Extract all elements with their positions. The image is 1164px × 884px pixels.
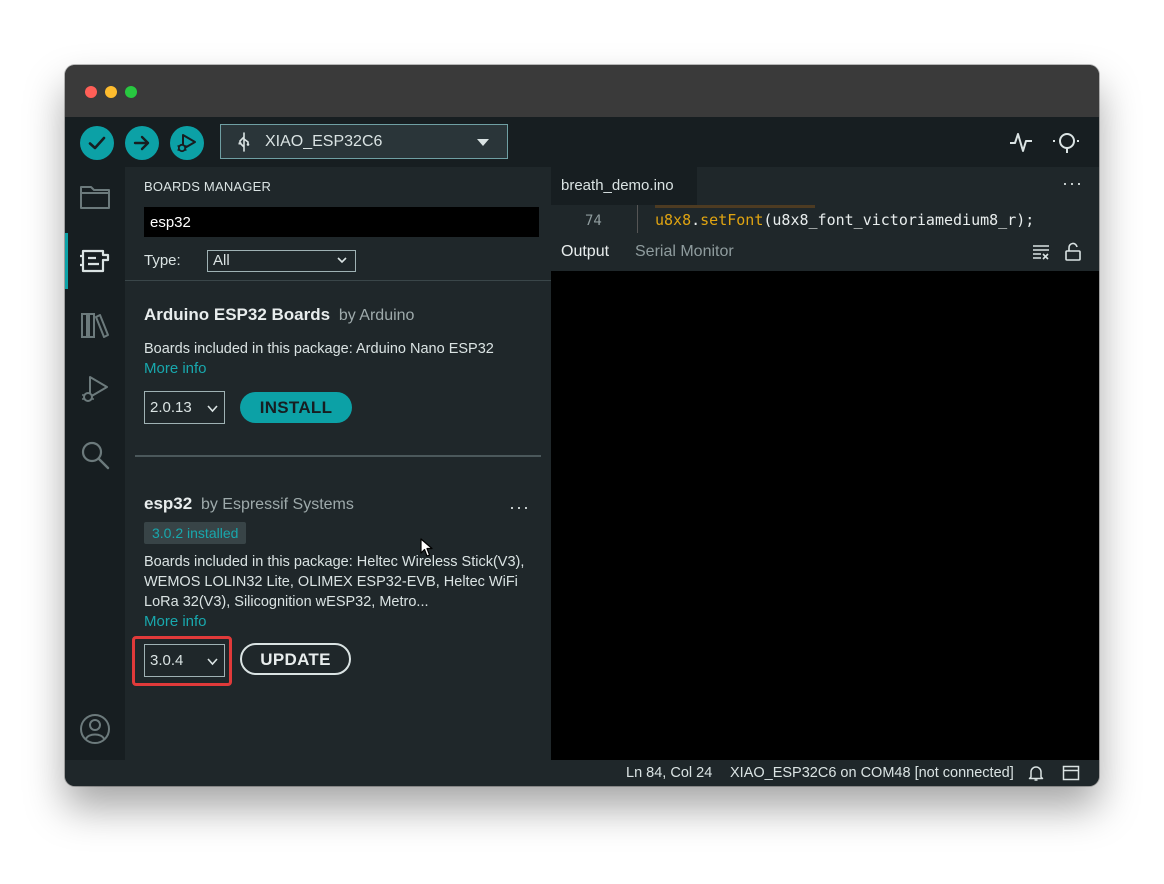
more-info-link[interactable]: More info [144,360,207,377]
type-filter-select[interactable]: All [207,250,356,272]
close-window-button[interactable] [85,86,97,98]
folder-icon[interactable] [79,181,111,213]
code-line-fragment [655,205,815,208]
cursor-position: Ln 84, Col 24 [626,765,713,781]
status-bar: Ln 84, Col 24 XIAO_ESP32C6 on COM48 [not… [65,760,1099,786]
serial-plotter-button[interactable] [1008,129,1034,155]
upload-button[interactable] [125,126,159,160]
tab-serial-monitor[interactable]: Serial Monitor [635,243,734,261]
unlock-icon[interactable] [1063,242,1083,262]
activity-sidebar [65,167,125,760]
mouse-pointer-icon [420,538,433,557]
maximize-window-button[interactable] [125,86,137,98]
output-header: Output Serial Monitor [551,233,1099,271]
version-select[interactable]: 2.0.13 [144,391,225,424]
package-author: by Espressif Systems [200,496,354,513]
package-description: Boards included in this package: Heltec … [144,554,525,610]
board-icon[interactable] [79,245,111,277]
arrow-right-icon [133,135,150,151]
tab-output[interactable]: Output [561,243,609,261]
panel-title: BOARDS MANAGER [144,179,272,194]
serial-monitor-button[interactable] [1051,129,1083,155]
package-name: esp32 [144,494,193,513]
minimize-window-button[interactable] [105,86,117,98]
user-icon[interactable] [79,713,111,745]
editor-tab-bar: breath_demo.ino ··· [551,167,1099,205]
board-name: XIAO_ESP32C6 [265,132,383,150]
code-dot: . [691,211,701,229]
divider [125,280,551,281]
package-title: esp32 by Espressif Systems [144,494,354,514]
package-description: Boards included in this package: Arduino… [144,341,494,357]
verify-button[interactable] [80,126,114,160]
type-label: Type: [144,252,181,269]
code-object: u8x8 [655,211,692,229]
check-icon [88,136,106,150]
books-icon[interactable] [79,309,111,341]
update-button[interactable]: UPDATE [240,643,351,675]
debug-icon[interactable] [79,373,111,405]
title-bar [65,65,1099,117]
panel-toggle-icon[interactable] [1062,764,1080,782]
toolbar: XIAO_ESP32C6 [65,117,1099,167]
type-filter-value: All [213,252,230,269]
tab-breath-demo[interactable]: breath_demo.ino [551,167,697,205]
divider [135,455,541,457]
debug-icon [177,134,196,153]
active-indicator [65,233,68,289]
arduino-ide-window: XIAO_ESP32C6 BOARDS MANAGER Type: All Ar… [65,65,1099,786]
package-title: Arduino ESP32 Boards by Arduino [144,305,414,325]
search-icon[interactable] [79,439,111,471]
search-input[interactable] [144,207,539,237]
boards-manager-panel: BOARDS MANAGER Type: All Arduino ESP32 B… [125,167,551,760]
code-args: (u8x8_font_victoriamedium8_r); [763,211,1035,229]
bell-icon[interactable] [1027,764,1045,782]
clear-output-icon[interactable] [1031,242,1051,262]
more-info-link[interactable]: More info [144,613,207,630]
package-name: Arduino ESP32 Boards [144,305,331,324]
chevron-down-icon [207,405,218,413]
installed-badge: 3.0.2 installed [144,522,247,544]
install-button[interactable]: INSTALL [240,392,352,423]
tab-menu-button[interactable]: ··· [1062,173,1083,194]
more-options-button[interactable]: ··· [509,497,530,518]
debug-button[interactable] [170,126,204,160]
highlight-box [132,636,232,686]
chevron-down-icon [477,139,489,146]
code-text: u8x8.setFont(u8x8_font_victoriamedium8_r… [655,211,1034,229]
connected-board[interactable]: XIAO_ESP32C6 on COM48 [not connected] [730,765,1014,781]
usb-icon [238,131,250,152]
fold-guide [637,205,638,233]
package-author: by Arduino [338,307,415,324]
chevron-down-icon [337,257,347,264]
code-line[interactable]: 74 u8x8.setFont(u8x8_font_victoriamedium… [551,205,1099,233]
line-number: 74 [585,213,602,229]
code-function: setFont [700,211,764,229]
board-selector[interactable]: XIAO_ESP32C6 [220,124,508,159]
editor-area: breath_demo.ino ··· 74 u8x8.setFont(u8x8… [551,167,1099,760]
version-value: 2.0.13 [150,399,192,416]
